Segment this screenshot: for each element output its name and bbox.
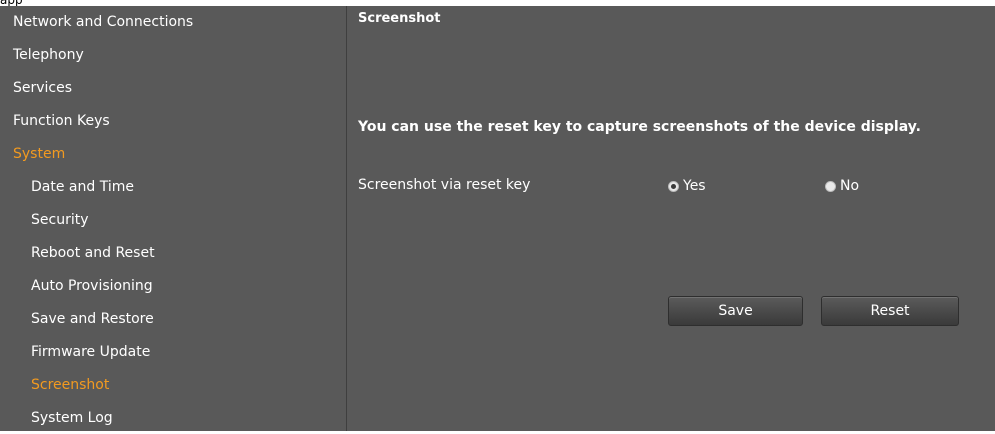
main-panel: Screenshot You can use the reset key to …: [347, 6, 995, 431]
radio-option-yes[interactable]: Yes: [668, 176, 706, 196]
sidebar-item-network-and-connections[interactable]: Network and Connections: [0, 6, 359, 38]
radio-checked-icon[interactable]: [668, 180, 679, 192]
sidebar-item-system-log[interactable]: System Log: [0, 402, 377, 434]
sidebar-item-firmware-update[interactable]: Firmware Update: [0, 336, 377, 368]
intro-text: You can use the reset key to capture scr…: [358, 119, 921, 135]
sidebar-item-date-and-time[interactable]: Date and Time: [0, 171, 377, 203]
sidebar-item-system[interactable]: System: [0, 138, 359, 170]
sidebar-item-reboot-and-reset[interactable]: Reboot and Reset: [0, 237, 377, 269]
sidebar-item-screenshot[interactable]: Screenshot: [0, 369, 377, 401]
screenshot-reset-key-label: Screenshot via reset key: [358, 177, 531, 193]
sidebar-item-save-and-restore[interactable]: Save and Restore: [0, 303, 377, 335]
save-button[interactable]: Save: [668, 296, 803, 326]
radio-no-label: No: [840, 178, 860, 194]
sidebar: Network and Connections Telephony Servic…: [0, 6, 346, 431]
sidebar-item-function-keys[interactable]: Function Keys: [0, 105, 359, 137]
sidebar-item-auto-provisioning[interactable]: Auto Provisioning: [0, 270, 377, 302]
app-window: app Network and Connections Telephony Se…: [0, 0, 995, 431]
radio-yes-label: Yes: [683, 178, 706, 194]
radio-option-no[interactable]: No: [825, 176, 859, 196]
sidebar-item-telephony[interactable]: Telephony: [0, 39, 359, 71]
reset-button[interactable]: Reset: [821, 296, 959, 326]
sidebar-item-security[interactable]: Security: [0, 204, 377, 236]
sidebar-item-services[interactable]: Services: [0, 72, 359, 104]
page-title: Screenshot: [358, 11, 441, 26]
radio-unchecked-icon[interactable]: [825, 180, 836, 192]
